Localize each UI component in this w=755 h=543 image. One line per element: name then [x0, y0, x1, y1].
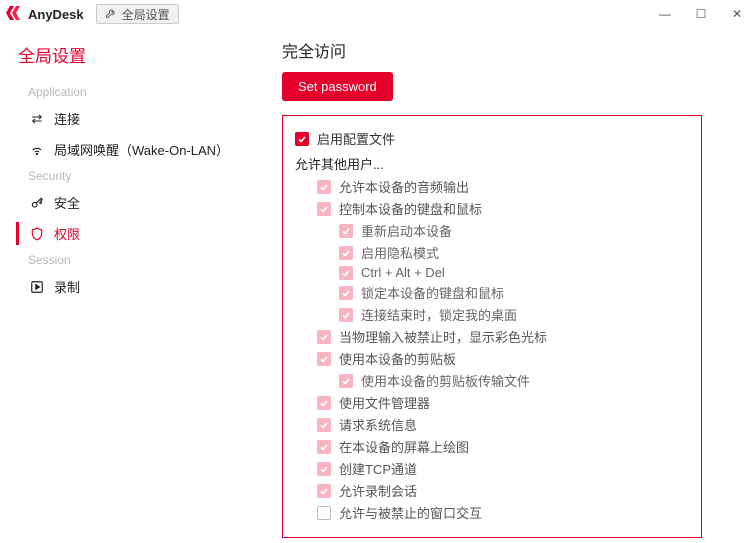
checkbox-checked-icon: [339, 224, 353, 238]
checkbox-checked-icon: [317, 418, 331, 432]
tab-label: 全局设置: [122, 6, 170, 23]
checkbox-checked-icon: [317, 330, 331, 344]
perm-label: 当物理输入被禁止时，显示彩色光标: [339, 327, 547, 346]
group-application: Application: [0, 81, 252, 103]
perm-label: 在本设备的屏幕上绘图: [339, 437, 469, 456]
content: 完全访问 Set password 启用配置文件 允许其他用户... 允许本设备…: [252, 28, 755, 543]
checkbox-checked-icon: [317, 180, 331, 194]
perm-sysinfo[interactable]: 请求系统信息: [295, 415, 689, 434]
sidebar-item-label: 连接: [54, 109, 80, 128]
titlebar: AnyDesk 全局设置 — ☐ ✕: [0, 0, 755, 28]
minimize-button[interactable]: —: [647, 0, 683, 28]
perm-label: 允许与被禁止的窗口交互: [339, 503, 482, 522]
shield-icon: [28, 227, 46, 241]
perm-blocked-windows[interactable]: 允许与被禁止的窗口交互: [295, 503, 689, 522]
group-security: Security: [0, 165, 252, 187]
checkbox-checked-icon: [339, 374, 353, 388]
perm-label: 启用配置文件: [317, 129, 395, 148]
perm-restart[interactable]: 重新启动本设备: [295, 221, 689, 240]
sidebar-item-connect[interactable]: ⇄ 连接: [0, 103, 252, 134]
perm-label: 连接结束时，锁定我的桌面: [361, 305, 517, 324]
sidebar-item-label: 权限: [54, 224, 80, 243]
permissions-box: 启用配置文件 允许其他用户... 允许本设备的音频输出 控制本设备的键盘和鼠标 …: [282, 115, 702, 538]
sidebar-item-security[interactable]: 安全: [0, 187, 252, 218]
sidebar-item-wol[interactable]: 局域网唤醒（Wake-On-LAN）: [0, 134, 252, 165]
app-logo: AnyDesk: [6, 6, 84, 23]
perm-label: 允许录制会话: [339, 481, 417, 500]
sidebar-title: 全局设置: [0, 42, 252, 81]
perm-label: Ctrl + Alt + Del: [361, 265, 445, 280]
perm-label: 控制本设备的键盘和鼠标: [339, 199, 482, 218]
perm-label: 启用隐私模式: [361, 243, 439, 262]
checkbox-checked-icon: [317, 484, 331, 498]
key-icon: [28, 196, 46, 210]
checkbox-checked-icon: [317, 352, 331, 366]
perm-clipboard[interactable]: 使用本设备的剪贴板: [295, 349, 689, 368]
checkbox-checked-icon: [339, 308, 353, 322]
perm-label: 重新启动本设备: [361, 221, 452, 240]
maximize-button[interactable]: ☐: [683, 0, 719, 28]
perm-enable-profile[interactable]: 启用配置文件: [295, 129, 689, 148]
checkbox-checked-icon: [339, 266, 353, 280]
window-controls: — ☐ ✕: [647, 0, 755, 28]
perm-lock-desktop[interactable]: 连接结束时，锁定我的桌面: [295, 305, 689, 324]
perm-lock-kbd[interactable]: 锁定本设备的键盘和鼠标: [295, 283, 689, 302]
sidebar-item-label: 局域网唤醒（Wake-On-LAN）: [54, 140, 229, 159]
checkbox-checked-icon: [317, 202, 331, 216]
checkbox-checked-icon: [317, 396, 331, 410]
checkbox-checked-icon: [317, 462, 331, 476]
sidebar-item-permissions[interactable]: 权限: [0, 218, 252, 249]
checkbox-checked-icon: [339, 286, 353, 300]
checkbox-checked-icon: [339, 246, 353, 260]
tab-global-settings[interactable]: 全局设置: [96, 4, 179, 24]
perm-clip-files[interactable]: 使用本设备的剪贴板传输文件: [295, 371, 689, 390]
perm-label: 请求系统信息: [339, 415, 417, 434]
section-title: 完全访问: [282, 38, 731, 62]
wifi-icon: [28, 143, 46, 157]
perm-label: 创建TCP通道: [339, 459, 417, 478]
perm-label: 使用本设备的剪贴板传输文件: [361, 371, 530, 390]
perm-cursor[interactable]: 当物理输入被禁止时，显示彩色光标: [295, 327, 689, 346]
perm-record[interactable]: 允许录制会话: [295, 481, 689, 500]
perm-privacy[interactable]: 启用隐私模式: [295, 243, 689, 262]
perm-label: 允许本设备的音频输出: [339, 177, 469, 196]
perm-cad[interactable]: Ctrl + Alt + Del: [295, 265, 689, 280]
anydesk-icon: [6, 6, 24, 23]
checkbox-unchecked-icon: [317, 506, 331, 520]
sidebar-item-label: 安全: [54, 193, 80, 212]
checkbox-checked-icon: [317, 440, 331, 454]
perm-filemgr[interactable]: 使用文件管理器: [295, 393, 689, 412]
perm-tcp[interactable]: 创建TCP通道: [295, 459, 689, 478]
sidebar: 全局设置 Application ⇄ 连接 局域网唤醒（Wake-On-LAN）…: [0, 28, 252, 543]
perm-label: 使用本设备的剪贴板: [339, 349, 456, 368]
checkbox-checked-icon: [295, 132, 309, 146]
link-icon: ⇄: [28, 111, 46, 127]
set-password-button[interactable]: Set password: [282, 72, 393, 101]
group-session: Session: [0, 249, 252, 271]
wrench-icon: [105, 7, 117, 22]
app-name: AnyDesk: [28, 7, 84, 22]
record-icon: [28, 280, 46, 294]
sidebar-item-recording[interactable]: 录制: [0, 271, 252, 302]
perm-draw[interactable]: 在本设备的屏幕上绘图: [295, 437, 689, 456]
close-button[interactable]: ✕: [719, 0, 755, 28]
perm-audio[interactable]: 允许本设备的音频输出: [295, 177, 689, 196]
sidebar-item-label: 录制: [54, 277, 80, 296]
perm-label: 使用文件管理器: [339, 393, 430, 412]
allow-others-label: 允许其他用户...: [295, 154, 689, 173]
perm-label: 锁定本设备的键盘和鼠标: [361, 283, 504, 302]
perm-control[interactable]: 控制本设备的键盘和鼠标: [295, 199, 689, 218]
